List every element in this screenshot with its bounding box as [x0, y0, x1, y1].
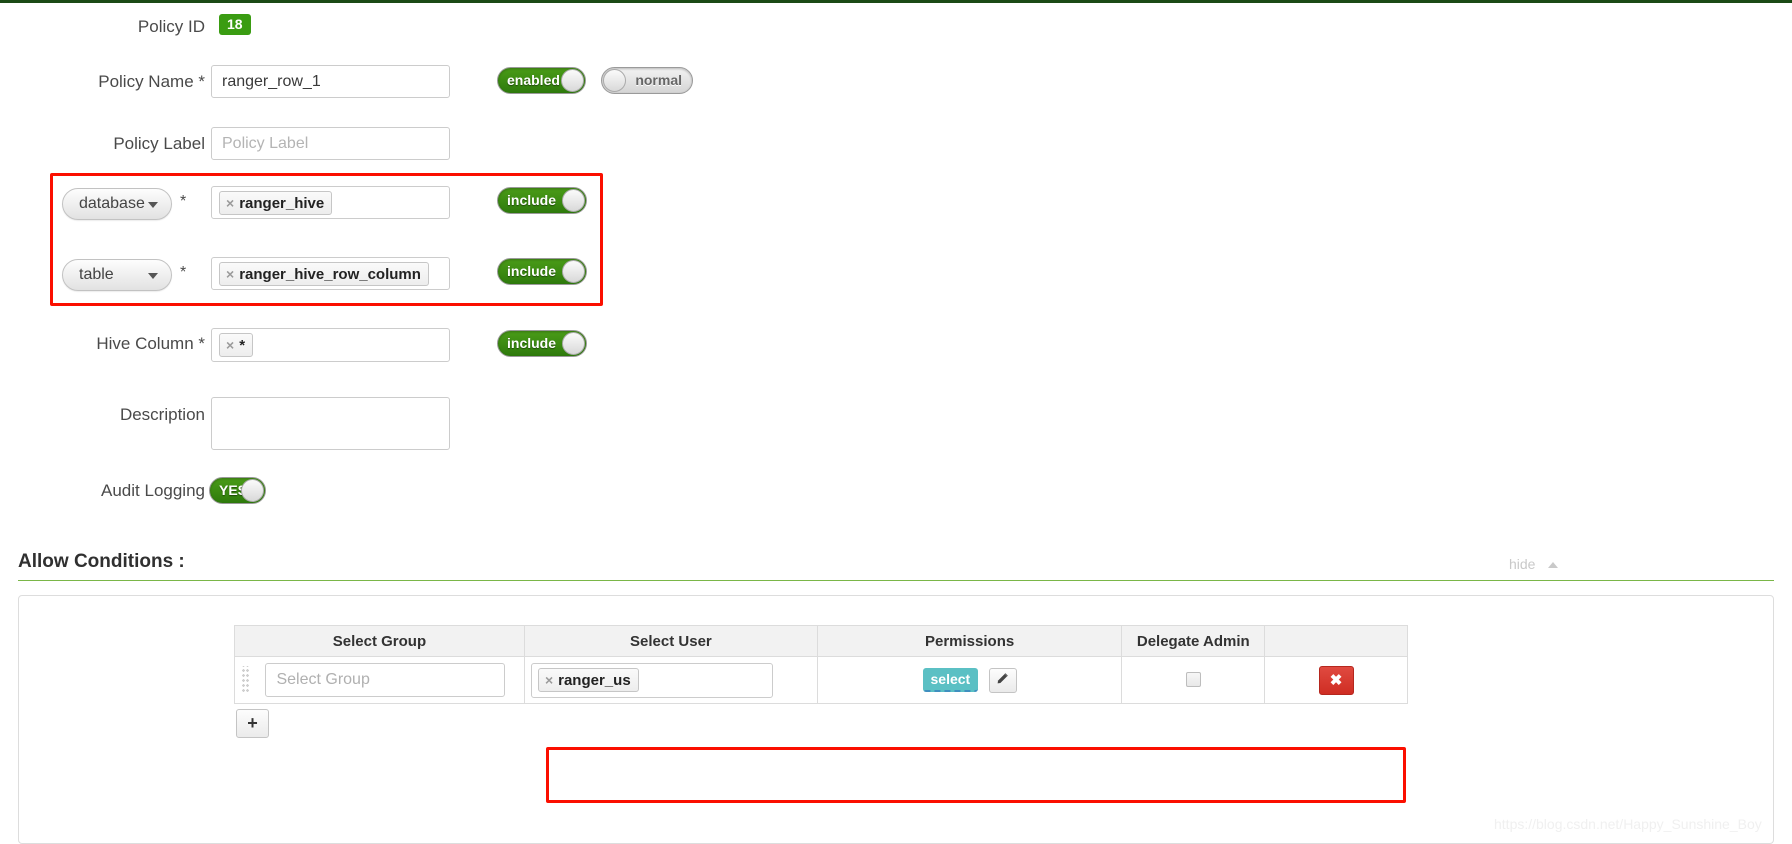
policy-name-label: Policy Name * — [98, 72, 205, 91]
database-include-toggle-label: include — [507, 192, 557, 208]
audit-logging-toggle[interactable]: YES — [209, 477, 266, 504]
allow-conditions-panel: Select Group Select User Permissions Del… — [18, 595, 1774, 844]
resource-type-select-database[interactable]: database — [62, 188, 172, 220]
toggle-knob — [562, 260, 585, 283]
delete-row-button[interactable]: ✖ — [1318, 665, 1354, 695]
policy-status-toggle[interactable]: enabled — [497, 67, 586, 94]
chevron-down-icon — [148, 273, 158, 279]
hive-column-include-toggle[interactable]: include — [497, 330, 587, 357]
toggle-knob — [562, 332, 585, 355]
policy-id-badge: 18 — [219, 14, 251, 35]
database-chip[interactable]: × ranger_hive — [219, 191, 333, 215]
chip-remove-icon[interactable]: × — [226, 195, 234, 211]
hive-column-label: Hive Column * — [96, 334, 205, 353]
table-tokenfield[interactable]: × ranger_hive_row_column — [211, 257, 450, 290]
database-include-toggle[interactable]: include — [497, 187, 587, 214]
pencil-icon[interactable] — [988, 667, 1017, 693]
select-user-tokenfield[interactable]: × ranger_us — [530, 662, 773, 698]
page-top-band — [0, 0, 1792, 3]
column-header-actions — [1264, 625, 1408, 657]
policy-name-input[interactable] — [211, 65, 450, 98]
hive-column-tokenfield[interactable]: × * — [211, 328, 450, 362]
toggle-knob — [562, 189, 585, 212]
toggle-knob — [561, 69, 584, 92]
allow-conditions-title: Allow Conditions : — [18, 551, 185, 572]
drag-handle-icon[interactable] — [241, 666, 250, 694]
description-label: Description — [119, 405, 205, 424]
policy-priority-toggle[interactable]: normal — [601, 67, 693, 94]
toggle-knob — [241, 479, 264, 502]
delegate-admin-checkbox[interactable] — [1185, 672, 1201, 688]
chevron-up-icon[interactable] — [1548, 562, 1558, 568]
cell-permissions: select — [816, 656, 1123, 704]
user-chip-label: ranger_us — [558, 671, 631, 689]
table-include-toggle-label: include — [507, 263, 557, 279]
hive-column-chip-label: * — [239, 337, 246, 354]
required-asterisk-database: * — [180, 193, 187, 210]
description-textarea[interactable] — [211, 397, 450, 450]
policy-label-label: Policy Label — [113, 134, 205, 153]
column-header-select-user: Select User — [523, 625, 818, 657]
chip-remove-icon[interactable]: × — [226, 266, 234, 282]
toggle-knob — [603, 69, 626, 92]
hide-toggle-link[interactable]: hide — [1509, 556, 1535, 572]
database-tokenfield[interactable]: × ranger_hive — [211, 186, 450, 219]
database-chip-label: ranger_hive — [239, 195, 325, 212]
policy-edit-page: Policy ID 18 Policy Name * enabled norma… — [0, 0, 1792, 844]
policy-label-input[interactable] — [211, 127, 450, 160]
policy-id-label: Policy ID — [137, 17, 205, 36]
policy-status-toggle-label: enabled — [507, 72, 560, 88]
table-include-toggle[interactable]: include — [497, 258, 587, 285]
chip-remove-icon[interactable]: × — [226, 337, 234, 353]
cell-select-user: × ranger_us — [523, 656, 818, 704]
column-header-select-group: Select Group — [234, 625, 525, 657]
chevron-down-icon — [148, 202, 158, 208]
table-chip-label: ranger_hive_row_column — [239, 266, 421, 283]
select-group-input[interactable] — [265, 663, 506, 697]
cell-actions: ✖ — [1264, 656, 1408, 704]
table-header-row: Select Group Select User Permissions Del… — [234, 625, 1408, 657]
add-condition-button[interactable]: + — [236, 709, 269, 738]
user-chip[interactable]: × ranger_us — [537, 667, 639, 692]
resource-type-select-table[interactable]: table — [62, 259, 172, 291]
required-asterisk-table: * — [180, 264, 187, 281]
chip-remove-icon[interactable]: × — [545, 672, 553, 688]
resource-type-select-database-value: database — [79, 195, 145, 212]
hive-column-chip[interactable]: × * — [219, 333, 254, 357]
audit-logging-label: Audit Logging — [101, 481, 205, 500]
table-row: × ranger_us select — [234, 656, 1408, 704]
cell-delegate-admin — [1121, 656, 1266, 704]
resource-type-select-table-value: table — [79, 266, 114, 283]
table-chip[interactable]: × ranger_hive_row_column — [219, 262, 429, 286]
section-divider — [18, 580, 1774, 581]
column-header-permissions: Permissions — [816, 625, 1123, 657]
policy-priority-toggle-label: normal — [635, 72, 682, 88]
column-header-delegate-admin: Delegate Admin — [1121, 625, 1266, 657]
cell-select-group — [234, 656, 525, 704]
allow-conditions-table: Select Group Select User Permissions Del… — [234, 625, 1408, 704]
permission-badge[interactable]: select — [922, 668, 979, 692]
hive-column-include-toggle-label: include — [507, 335, 557, 351]
watermark-text: https://blog.csdn.net/Happy_Sunshine_Boy — [1494, 816, 1762, 832]
